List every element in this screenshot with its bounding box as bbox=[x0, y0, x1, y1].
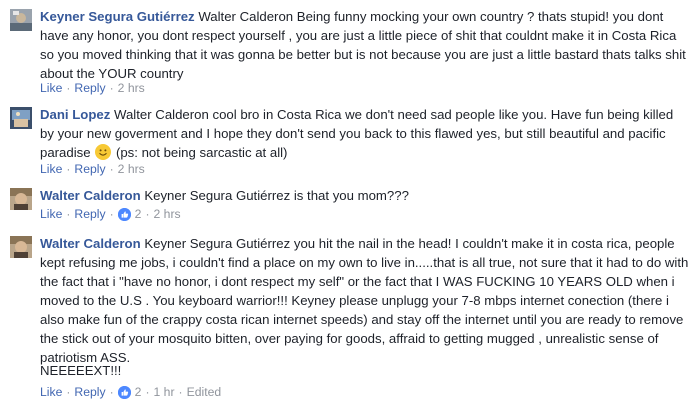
smiley-emoji-icon bbox=[95, 144, 112, 160]
comment-extra-line: NEEEEEXT!!! bbox=[40, 363, 122, 378]
comment-author[interactable]: Keyner Segura Gutiérrez bbox=[40, 9, 195, 24]
timestamp[interactable]: 2 hrs bbox=[118, 161, 145, 177]
reaction-count[interactable]: 2 bbox=[135, 206, 142, 222]
separator: · bbox=[178, 385, 183, 399]
comment-body: Dani Lopez Walter Calderon cool bro in C… bbox=[40, 105, 690, 162]
avatar[interactable] bbox=[10, 188, 32, 210]
separator: · bbox=[66, 207, 71, 221]
like-button[interactable]: Like bbox=[40, 161, 62, 177]
like-button[interactable]: Like bbox=[40, 384, 62, 400]
comment-text: Keyner Segura Gutiérrez you hit the nail… bbox=[40, 236, 689, 365]
comment-author[interactable]: Dani Lopez bbox=[40, 107, 110, 122]
reaction-count[interactable]: 2 bbox=[135, 384, 142, 400]
comment-actions: Like · Reply · 2 · 1 hr · Edited bbox=[40, 384, 221, 400]
comment-actions: Like · Reply · 2 hrs bbox=[40, 161, 145, 177]
avatar[interactable] bbox=[10, 9, 32, 31]
comment-author[interactable]: Walter Calderon bbox=[40, 188, 141, 203]
like-button[interactable]: Like bbox=[40, 206, 62, 222]
separator: · bbox=[66, 162, 71, 176]
comment-author[interactable]: Walter Calderon bbox=[40, 236, 141, 251]
separator: · bbox=[109, 162, 114, 176]
separator: · bbox=[109, 207, 114, 221]
separator: · bbox=[66, 385, 71, 399]
comment-actions: Like · Reply · 2 · 2 hrs bbox=[40, 206, 181, 222]
thumbs-up-icon bbox=[117, 385, 131, 399]
comment-body: Walter Calderon Keyner Segura Gutiérrez … bbox=[40, 186, 690, 205]
reply-button[interactable]: Reply bbox=[74, 384, 105, 400]
timestamp[interactable]: 1 hr bbox=[154, 384, 175, 400]
comment-actions: Like · Reply · 2 hrs bbox=[40, 80, 145, 96]
comment-body: Keyner Segura Gutiérrez Walter Calderon … bbox=[40, 7, 690, 83]
timestamp[interactable]: 2 hrs bbox=[118, 80, 145, 96]
reply-button[interactable]: Reply bbox=[74, 80, 105, 96]
like-button[interactable]: Like bbox=[40, 80, 62, 96]
separator: · bbox=[109, 385, 114, 399]
comment-text: Keyner Segura Gutiérrez is that you mom?… bbox=[144, 188, 409, 203]
avatar[interactable] bbox=[10, 236, 32, 258]
comment-text-after-emoji: (ps: not being sarcastic at all) bbox=[115, 145, 288, 160]
timestamp[interactable]: 2 hrs bbox=[154, 206, 181, 222]
avatar[interactable] bbox=[10, 107, 32, 129]
separator: · bbox=[145, 207, 150, 221]
reply-button[interactable]: Reply bbox=[74, 161, 105, 177]
separator: · bbox=[66, 81, 71, 95]
separator: · bbox=[109, 81, 114, 95]
separator: · bbox=[145, 385, 150, 399]
reply-button[interactable]: Reply bbox=[74, 206, 105, 222]
thumbs-up-icon bbox=[117, 207, 131, 221]
comment-body: Walter Calderon Keyner Segura Gutiérrez … bbox=[40, 234, 690, 367]
edited-label[interactable]: Edited bbox=[187, 384, 222, 400]
